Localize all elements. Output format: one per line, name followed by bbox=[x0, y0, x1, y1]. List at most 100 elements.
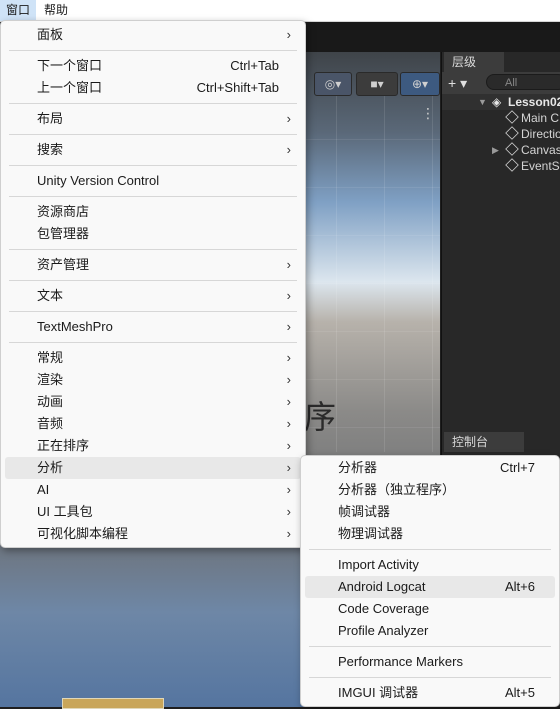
hierarchy-item[interactable]: Main C bbox=[442, 110, 560, 126]
menu-item-package-manager[interactable]: 包管理器 bbox=[5, 223, 301, 245]
menu-item-animation[interactable]: 动画 › bbox=[5, 391, 301, 413]
menu-item-analysis[interactable]: 分析 › bbox=[5, 457, 301, 479]
menu-item-label: Profile Analyzer bbox=[338, 623, 429, 638]
menu-item-imgui-debugger[interactable]: IMGUI 调试器 Alt+5 bbox=[305, 682, 555, 704]
hierarchy-search-input[interactable]: All bbox=[486, 74, 560, 90]
chevron-right-icon: › bbox=[286, 416, 291, 431]
menu-item-prev-window[interactable]: 上一个窗口 Ctrl+Shift+Tab bbox=[5, 77, 301, 99]
menubar-help[interactable]: 帮助 bbox=[38, 0, 74, 21]
menu-item-label: 帧调试器 bbox=[338, 504, 391, 519]
console-tab-label: 控制台 bbox=[452, 435, 489, 449]
hierarchy-item-label: EventSy bbox=[521, 159, 560, 173]
analysis-submenu: 分析器 Ctrl+7 分析器（独立程序） 帧调试器 物理调试器 Import A… bbox=[300, 455, 560, 707]
more-options-icon[interactable]: ⋮ bbox=[418, 104, 438, 122]
menu-item-label: TextMeshPro bbox=[37, 319, 113, 334]
menu-item-label: UI 工具包 bbox=[37, 504, 93, 519]
menu-item-sequencing[interactable]: 正在排序 › bbox=[5, 435, 301, 457]
menu-item-label: Import Activity bbox=[338, 557, 419, 572]
chevron-right-icon: › bbox=[286, 111, 291, 126]
scene-root-item[interactable]: ▼ ◈ Lesson02 bbox=[442, 94, 560, 110]
menu-item-panels[interactable]: 面板 › bbox=[5, 24, 301, 46]
menu-item-frame-debugger[interactable]: 帧调试器 bbox=[305, 501, 555, 523]
hierarchy-panel: 层级 + ▾ All ▼ ◈ Lesson02 Main C Directio … bbox=[441, 52, 560, 430]
menu-item-label: 可视化脚本编程 bbox=[37, 526, 129, 541]
hierarchy-item-label: Directio bbox=[521, 127, 560, 141]
shortcut-label: Ctrl+7 bbox=[499, 460, 535, 475]
menu-item-label: 资产管理 bbox=[37, 257, 90, 272]
menu-separator bbox=[309, 549, 551, 550]
menu-separator bbox=[9, 103, 297, 104]
menu-item-text[interactable]: 文本 › bbox=[5, 285, 301, 307]
menu-item-import-activity[interactable]: Import Activity bbox=[305, 554, 555, 576]
visibility-toggle-icon[interactable]: ◎▾ bbox=[314, 72, 352, 96]
menu-item-profile-analyzer[interactable]: Profile Analyzer bbox=[305, 620, 555, 642]
menu-separator bbox=[9, 249, 297, 250]
menu-item-asset-store[interactable]: 资源商店 bbox=[5, 201, 301, 223]
menu-item-visual-scripting[interactable]: 可视化脚本编程 › bbox=[5, 523, 301, 545]
shortcut-label: Ctrl+Shift+Tab bbox=[196, 80, 279, 95]
gizmos-icon[interactable]: ⊕▾ bbox=[400, 72, 440, 96]
menu-item-label: 文本 bbox=[37, 288, 64, 303]
menu-item-profiler-standalone[interactable]: 分析器（独立程序） bbox=[305, 479, 555, 501]
menu-item-label: 资源商店 bbox=[37, 204, 90, 219]
menu-item-unity-version-control[interactable]: Unity Version Control bbox=[5, 170, 301, 192]
hierarchy-item-label: Main C bbox=[521, 111, 560, 125]
scene-image bbox=[62, 698, 164, 709]
camera-icon[interactable]: ■▾ bbox=[356, 72, 398, 96]
chevron-right-icon: › bbox=[286, 27, 291, 42]
hierarchy-item-label: Canvas bbox=[521, 143, 560, 157]
gameobject-icon bbox=[505, 158, 522, 174]
hierarchy-item[interactable]: Directio bbox=[442, 126, 560, 142]
scene-toolbar: ◎▾ ■▾ ⊕▾ bbox=[300, 72, 440, 96]
menu-item-general[interactable]: 常规 › bbox=[5, 347, 301, 369]
menu-item-layout[interactable]: 布局 › bbox=[5, 108, 301, 130]
expand-arrow-icon[interactable]: ▼ bbox=[478, 94, 487, 110]
menu-item-rendering[interactable]: 渲染 › bbox=[5, 369, 301, 391]
menu-item-textmeshpro[interactable]: TextMeshPro › bbox=[5, 316, 301, 338]
menu-separator bbox=[309, 646, 551, 647]
menu-item-ui-toolkit[interactable]: UI 工具包 › bbox=[5, 501, 301, 523]
menu-bar: 窗口 帮助 bbox=[0, 0, 560, 22]
menu-item-label: 下一个窗口 bbox=[37, 58, 103, 73]
gameobject-icon bbox=[505, 142, 522, 158]
menu-item-android-logcat[interactable]: Android Logcat Alt+6 bbox=[305, 576, 555, 598]
tab-hierarchy[interactable]: 层级 bbox=[444, 52, 504, 72]
menu-item-label: 物理调试器 bbox=[338, 526, 404, 541]
chevron-right-icon: › bbox=[286, 460, 291, 475]
menu-item-label: 面板 bbox=[37, 27, 64, 42]
menu-item-physics-debugger[interactable]: 物理调试器 bbox=[305, 523, 555, 545]
gameobject-icon bbox=[505, 126, 522, 142]
hierarchy-toolbar: + ▾ All bbox=[442, 72, 560, 94]
chevron-right-icon: › bbox=[286, 319, 291, 334]
menu-item-search[interactable]: 搜索 › bbox=[5, 139, 301, 161]
hierarchy-item[interactable]: EventSy bbox=[442, 158, 560, 174]
menu-separator bbox=[309, 677, 551, 678]
menu-item-label: 分析 bbox=[37, 460, 64, 475]
menu-item-next-window[interactable]: 下一个窗口 Ctrl+Tab bbox=[5, 55, 301, 77]
menu-item-label: 分析器（独立程序） bbox=[338, 482, 456, 497]
chevron-right-icon: › bbox=[286, 350, 291, 365]
unity-logo-icon: ◈ bbox=[492, 95, 502, 109]
chevron-right-icon: › bbox=[286, 438, 291, 453]
menu-item-code-coverage[interactable]: Code Coverage bbox=[305, 598, 555, 620]
menu-item-performance-markers[interactable]: Performance Markers bbox=[305, 651, 555, 673]
menu-item-profiler[interactable]: 分析器 Ctrl+7 bbox=[305, 457, 555, 479]
menu-item-ai[interactable]: AI › bbox=[5, 479, 301, 501]
window-menu: 面板 › 下一个窗口 Ctrl+Tab 上一个窗口 Ctrl+Shift+Tab… bbox=[0, 20, 306, 548]
menu-item-label: 布局 bbox=[37, 111, 64, 126]
hierarchy-item[interactable]: ▶ Canvas bbox=[442, 142, 560, 158]
menu-item-label: Code Coverage bbox=[338, 601, 430, 616]
menu-item-label: 渲染 bbox=[37, 372, 64, 387]
menu-item-asset-management[interactable]: 资产管理 › bbox=[5, 254, 301, 276]
add-icon[interactable]: + ▾ bbox=[448, 72, 467, 94]
menu-separator bbox=[9, 134, 297, 135]
menubar-window[interactable]: 窗口 bbox=[0, 0, 37, 21]
chevron-right-icon: › bbox=[286, 372, 291, 387]
menu-item-audio[interactable]: 音频 › bbox=[5, 413, 301, 435]
shortcut-label: Alt+5 bbox=[505, 685, 535, 700]
tab-console[interactable]: 控制台 bbox=[444, 432, 524, 452]
menu-separator bbox=[9, 342, 297, 343]
gameobject-icon bbox=[505, 110, 522, 126]
expand-arrow-icon[interactable]: ▶ bbox=[492, 142, 499, 158]
menu-item-label: 分析器 bbox=[338, 460, 378, 475]
